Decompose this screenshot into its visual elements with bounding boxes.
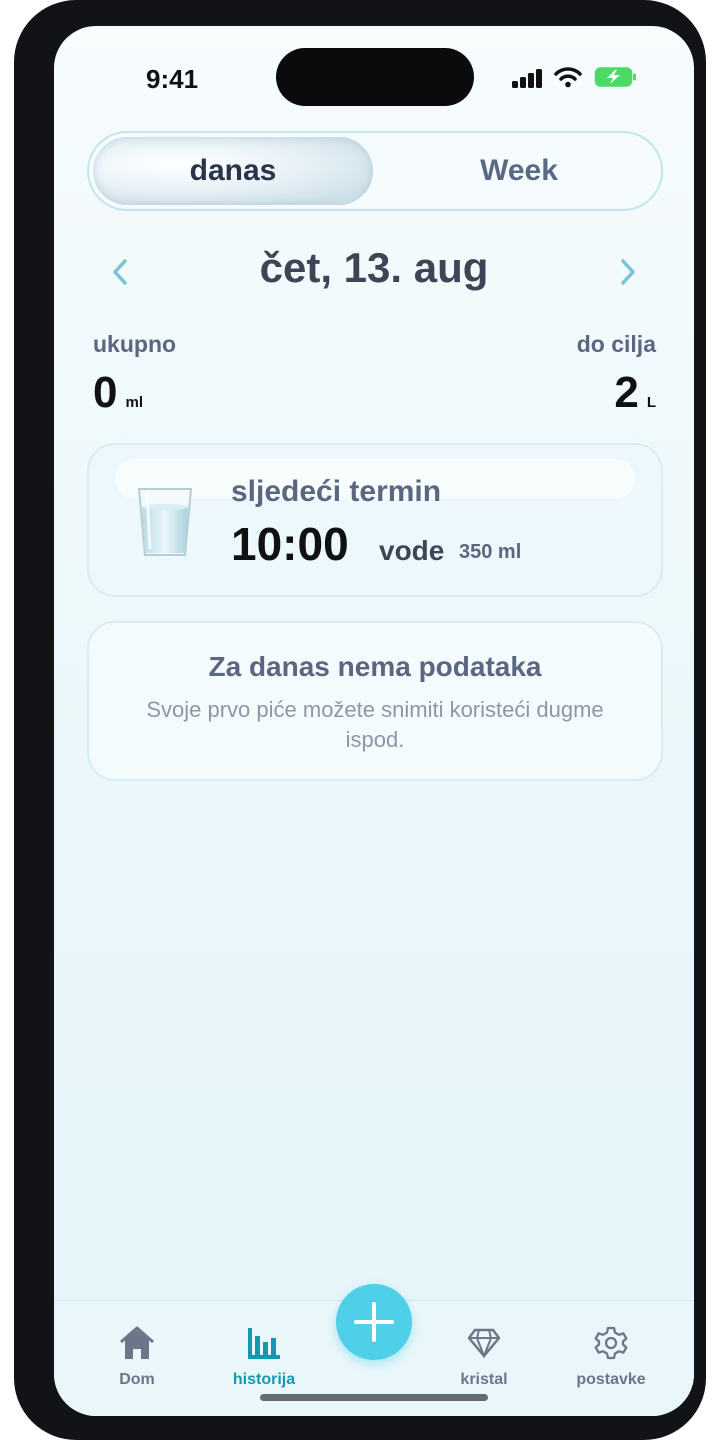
status-bar: 9:41	[54, 26, 694, 116]
tab-history-label: historija	[232, 1371, 296, 1388]
total-amount: 0	[93, 368, 118, 417]
goal-label: do cilja	[576, 331, 656, 357]
gear-icon	[561, 1323, 661, 1363]
next-reminder-card[interactable]: sljedeći termin 10:00 vode 350 ml	[87, 443, 663, 597]
home-indicator	[260, 1394, 488, 1401]
next-reminder-title: sljedeći termin	[231, 475, 442, 508]
water-glass-icon	[137, 488, 193, 556]
tab-home[interactable]: Dom	[87, 1323, 187, 1389]
tab-home-label: Dom	[119, 1371, 155, 1388]
bar-chart-icon	[214, 1323, 314, 1363]
total-value: 0 ml	[93, 368, 143, 418]
diamond-icon	[434, 1323, 534, 1363]
chevron-right-icon[interactable]	[608, 256, 648, 296]
tab-crystal-label: kristal	[460, 1371, 508, 1388]
tab-history[interactable]: historija	[214, 1323, 314, 1389]
home-icon	[87, 1323, 187, 1363]
empty-state-title: Za danas nema podataka	[208, 651, 542, 682]
next-reminder-amount: 350 ml	[459, 541, 522, 563]
next-reminder-time: 10:00	[231, 518, 349, 570]
empty-state-text: Svoje prvo piće možete snimiti koristeći…	[146, 697, 604, 752]
tab-crystal[interactable]: kristal	[434, 1323, 534, 1389]
plus-icon	[354, 1302, 394, 1342]
dynamic-island	[276, 48, 474, 106]
date-label: čet, 13. aug	[259, 244, 489, 291]
signal-icon	[512, 69, 544, 88]
battery-charging-icon	[594, 67, 636, 87]
empty-state-card: Za danas nema podataka Svoje prvo piće m…	[87, 621, 663, 781]
tab-settings[interactable]: postavke	[561, 1323, 661, 1389]
total-unit: ml	[125, 394, 143, 411]
phone-frame: 9:41 danas Week čet, 13. aug ukupno 0 ml…	[14, 0, 706, 1440]
goal-unit: L	[646, 394, 656, 411]
next-reminder-drink: vode	[379, 535, 445, 566]
total-label: ukupno	[93, 331, 177, 357]
add-drink-button[interactable]	[336, 1284, 412, 1360]
tab-settings-label: postavke	[576, 1371, 646, 1388]
chevron-left-icon[interactable]	[100, 256, 140, 296]
wifi-icon	[554, 67, 582, 88]
goal-amount: 2	[614, 368, 639, 417]
period-segmented-control: danas Week	[87, 131, 663, 211]
goal-value: 2L	[614, 368, 656, 418]
segment-today[interactable]: danas	[89, 133, 377, 209]
segment-week[interactable]: Week	[377, 133, 661, 209]
status-time: 9:41	[146, 64, 199, 94]
screen: 9:41 danas Week čet, 13. aug ukupno 0 ml…	[54, 26, 694, 1416]
